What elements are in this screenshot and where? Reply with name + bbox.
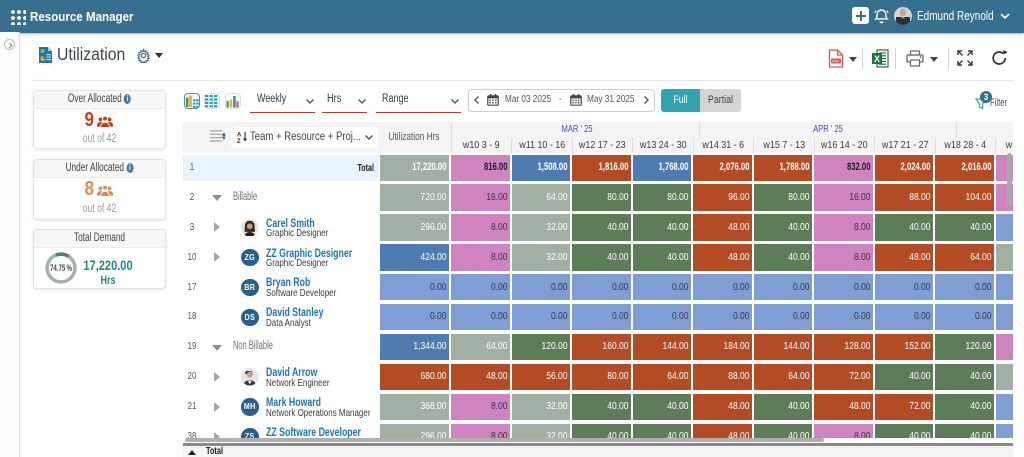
svg-text:PDF: PDF [832, 59, 840, 63]
svg-text:X: X [874, 54, 880, 64]
svg-text:Z: Z [237, 139, 241, 143]
svg-text:A: A [237, 133, 242, 139]
